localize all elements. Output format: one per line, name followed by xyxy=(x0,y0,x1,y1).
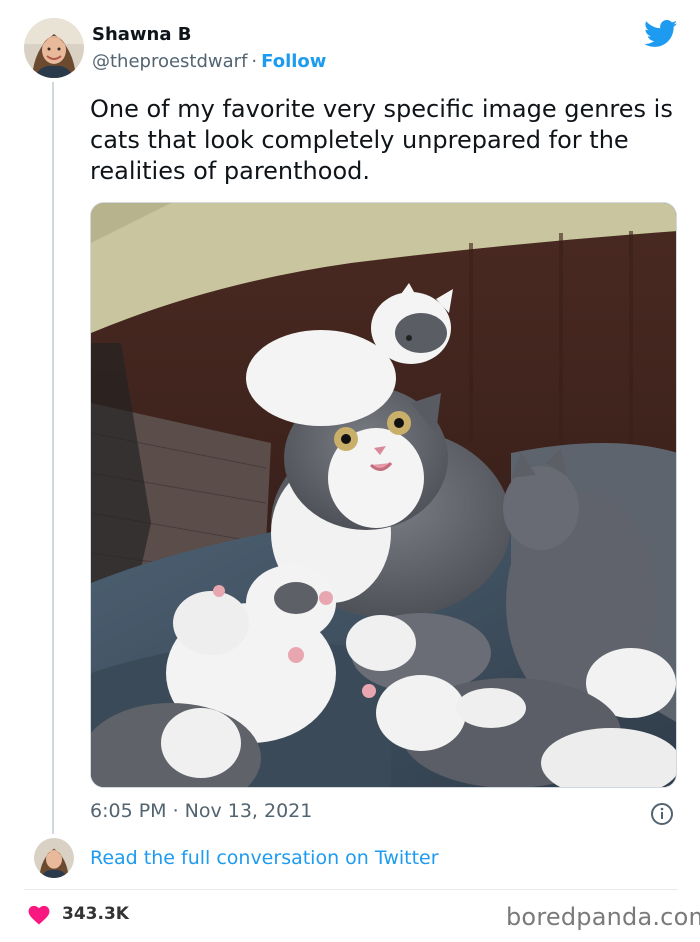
tweet-time: 6:05 PM xyxy=(90,800,167,822)
like-count: 343.3K xyxy=(62,904,129,924)
watermark: boredpanda.com xyxy=(506,903,700,931)
author-handle[interactable]: @theproestdwarf xyxy=(92,51,247,72)
tweet-timestamp[interactable]: 6:05 PM · Nov 13, 2021 xyxy=(90,800,312,822)
author-handle-row: @theproestdwarf · Follow xyxy=(92,51,326,72)
author-name[interactable]: Shawna B xyxy=(92,24,192,45)
follow-button[interactable]: Follow xyxy=(261,51,326,72)
author-avatar[interactable] xyxy=(24,18,84,78)
handle-separator: · xyxy=(251,51,258,72)
timestamp-separator: · xyxy=(172,800,179,822)
divider xyxy=(24,889,678,890)
info-icon[interactable] xyxy=(650,802,674,826)
read-conversation-link[interactable]: Read the full conversation on Twitter xyxy=(90,847,439,869)
tweet-photo[interactable] xyxy=(90,202,677,788)
tweet-text: One of my favorite very specific image g… xyxy=(90,95,673,185)
thread-line xyxy=(52,82,54,834)
tweet-card: Shawna B @theproestdwarf · Follow One of m… xyxy=(0,0,700,942)
reply-avatar[interactable] xyxy=(34,838,74,878)
twitter-bird-icon[interactable] xyxy=(644,20,678,48)
heart-icon[interactable] xyxy=(28,905,50,925)
tweet-date: Nov 13, 2021 xyxy=(184,800,313,822)
